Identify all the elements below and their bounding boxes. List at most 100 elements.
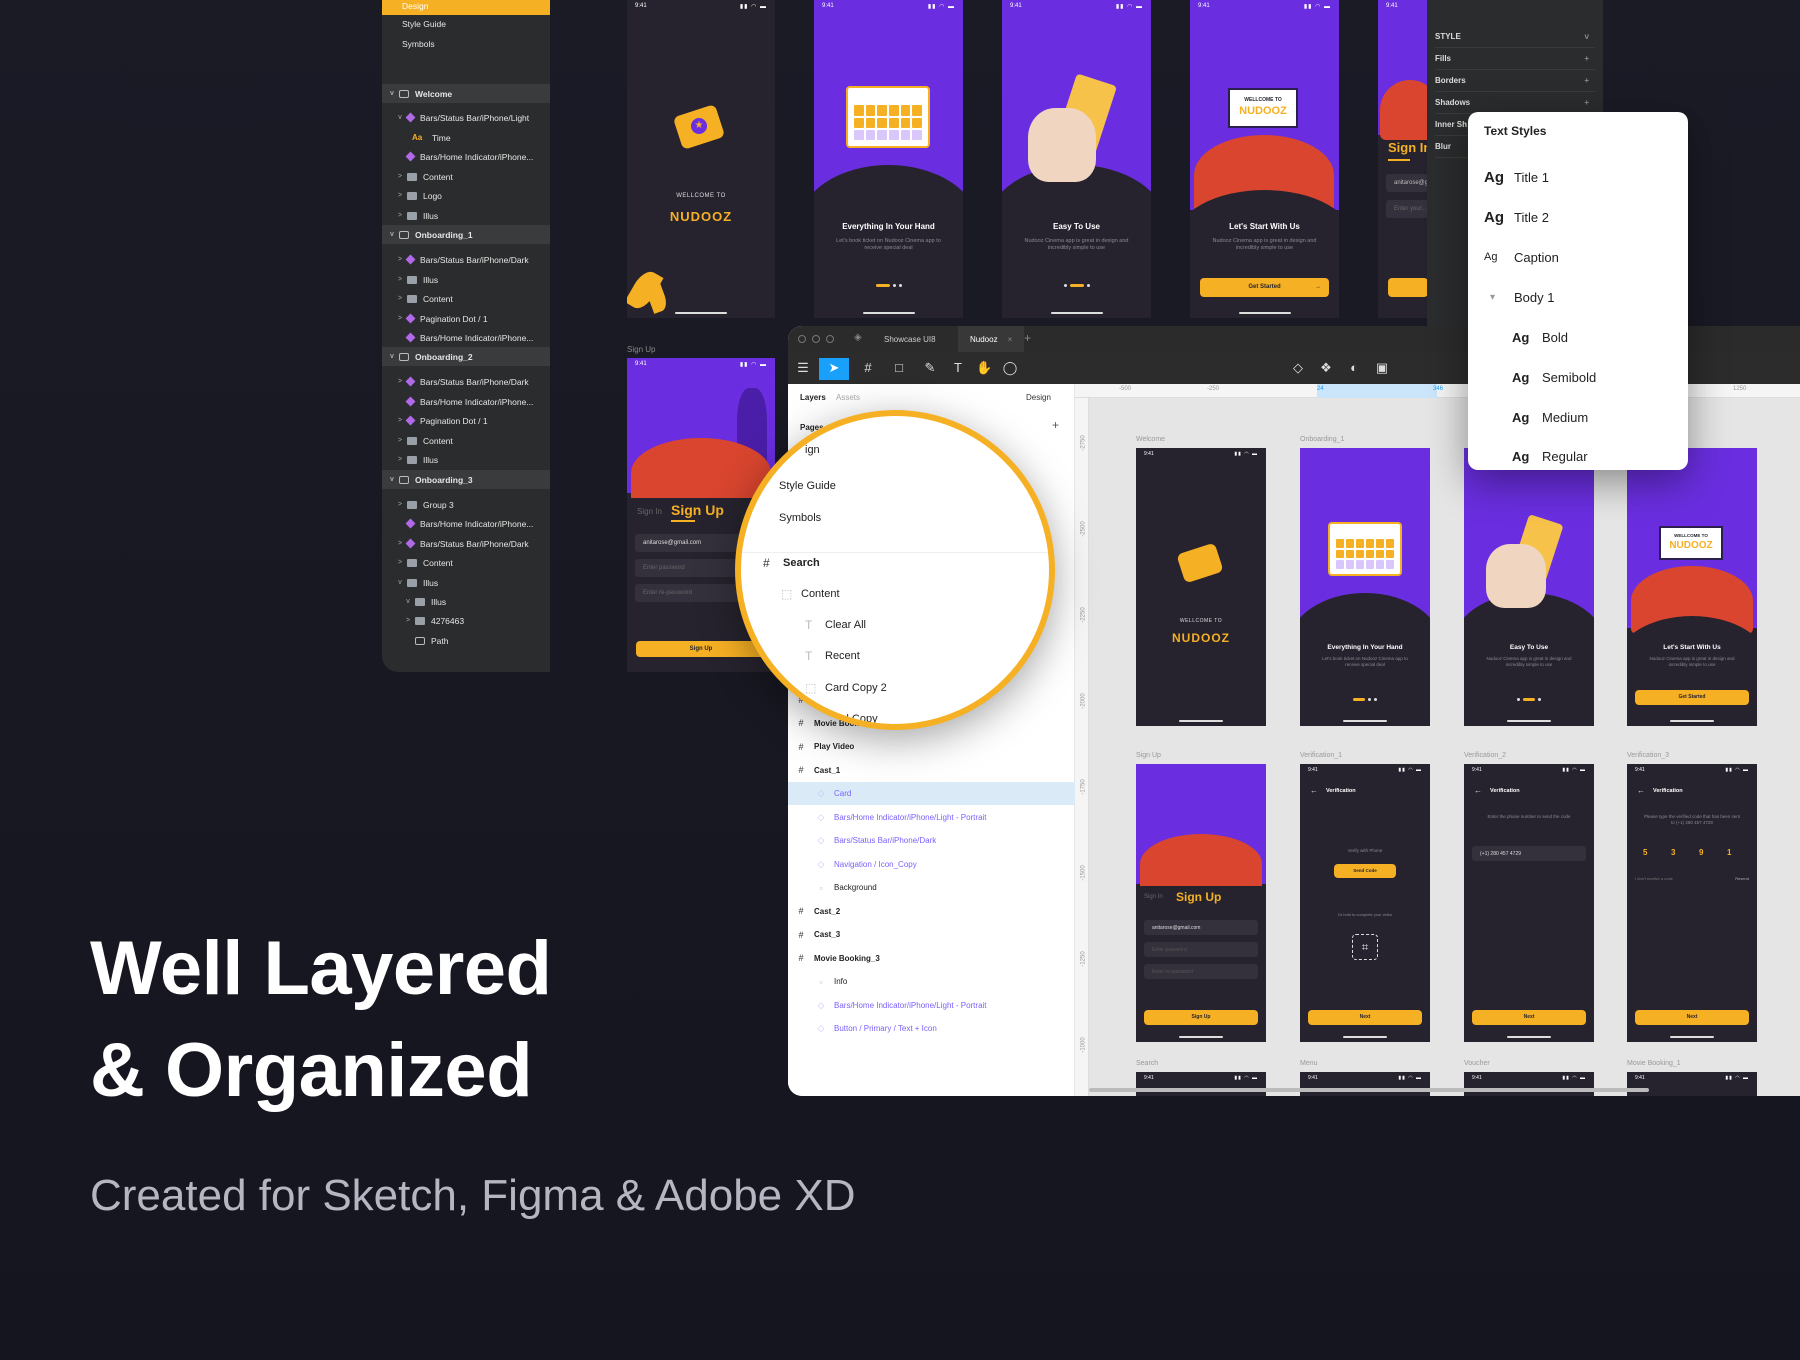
magnifier-layer-row[interactable]: # Search [741,548,1049,578]
sketch-layer-row[interactable]: Aa Time [382,128,550,147]
magnifier-layer-row[interactable]: Symbols [741,503,1049,533]
add-icon[interactable]: + [1584,76,1589,85]
sketch-layer-row[interactable]: v Welcome [382,84,550,103]
horizontal-scrollbar[interactable] [1089,1088,1649,1092]
canvas-phone-frame[interactable]: 9:41▮▮ ◠ ▬WELLCOME TONUDOOZLet's Start W… [1627,448,1757,726]
chevron-right-icon[interactable]: > [396,559,404,566]
figma-layer-row[interactable]: # Cast_2 [788,900,1075,923]
sketch-layer-row[interactable]: > Content [382,289,550,308]
sketch-layer-row[interactable]: Bars/Home Indicator/iPhone... [382,328,550,347]
add-page-icon[interactable]: + [1052,418,1059,432]
text-style-row[interactable]: Ag Semibold [1512,366,1596,388]
canvas-phone-frame[interactable]: 9:41 ▮▮ ◠ ▬ ← Verification Please type the v… [1627,764,1757,1042]
code-digit[interactable]: 5 [1643,848,1647,857]
repassword-field[interactable]: Enter re-password [1144,964,1258,979]
code-digit[interactable]: 1 [1727,848,1731,857]
chevron-right-icon[interactable]: > [396,295,404,302]
canvas-phone-frame[interactable]: 9:41 ▮▮ ◠ ▬ ← Verification Verify with Phone… [1300,764,1430,1042]
text-style-row[interactable]: Ag Caption [1484,246,1559,268]
magnifier-layer-row[interactable]: T Clear All [741,610,1049,640]
next-button[interactable]: Next [1635,1010,1749,1025]
chevron-down-icon[interactable]: v [1585,32,1589,41]
email-field[interactable]: anitarose@gmail.com [1144,920,1258,935]
tab-layers[interactable]: Layers [800,393,826,402]
sketch-layer-row[interactable]: > Bars/Status Bar/iPhone/Dark [382,250,550,269]
resend-link[interactable]: Resend [1735,876,1749,881]
boolean-icon[interactable]: ▣ [1374,360,1390,376]
figma-logo-icon[interactable]: ◈ [854,332,862,343]
code-digit[interactable]: 9 [1699,848,1703,857]
new-tab-icon[interactable]: + [1024,331,1031,345]
chevron-right-icon[interactable]: > [396,437,404,444]
text-style-row[interactable]: Ag Title 2 [1484,206,1549,228]
figma-layer-row[interactable]: ◇ Button / Primary / Text + Icon [788,1017,1075,1040]
chevron-right-icon[interactable]: > [396,315,404,322]
get-started-button[interactable]: Get Started → [1200,278,1329,297]
sketch-layer-row[interactable]: > Illus [382,206,550,225]
text-style-row[interactable]: ▾ Body 1 [1484,286,1554,308]
window-zoom-button[interactable] [826,335,834,343]
figma-layer-row[interactable]: # Cast_3 [788,923,1075,946]
code-digit[interactable]: 3 [1671,848,1675,857]
sketch-layer-row[interactable]: Path [382,631,550,650]
text-style-row[interactable]: Ag Title 1 [1484,166,1549,188]
figma-layer-row[interactable]: # Movie Booking_3 [788,947,1075,970]
sketch-layer-row[interactable]: > Logo [382,186,550,205]
text-style-row[interactable]: Ag Regular [1512,445,1588,467]
canvas-phone-frame[interactable]: 9:41 ▮▮ ◠ ▬ [1136,1072,1266,1096]
chevron-down-icon[interactable]: ▾ [1484,292,1514,303]
figma-layer-row[interactable]: ▫ Background [788,876,1075,899]
sketch-layer-row[interactable]: v Bars/Status Bar/iPhone/Light [382,108,550,127]
sketch-layer-row[interactable]: Bars/Home Indicator/iPhone... [382,392,550,411]
chevron-right-icon[interactable]: v [388,476,396,483]
password-field[interactable]: Enter your... [1386,200,1428,218]
chevron-right-icon[interactable]: > [396,256,404,263]
email-field[interactable]: anitarose@gmail.com [1386,174,1428,192]
canvas-phone-frame[interactable]: 9:41▮▮ ◠ ▬Easy To UseNudooz Cinema app i… [1464,448,1594,726]
design-dropdown[interactable]: Design [1026,393,1051,402]
figma-layer-row[interactable]: ◇ Bars/Status Bar/iPhone/Dark [788,829,1075,852]
hand-tool-icon[interactable]: ✋ [976,360,992,376]
tab-assets[interactable]: Assets [836,393,860,402]
sketch-layer-row[interactable]: > Group 3 [382,495,550,514]
chevron-right-icon[interactable]: > [396,192,404,199]
sketch-layer-row[interactable]: v Illus [382,573,550,592]
chevron-right-icon[interactable]: > [396,501,404,508]
sketch-layer-row[interactable]: > Content [382,553,550,572]
sketch-layer-row[interactable]: >4276463 [382,611,550,630]
magnifier-layer-row[interactable]: ⬚ Content [741,579,1049,609]
sketch-page-item[interactable]: Style Guide [382,14,550,33]
chevron-right-icon[interactable]: > [396,540,404,547]
back-arrow-icon[interactable]: ← [1637,786,1645,795]
component-icon[interactable]: ◇ [1290,360,1306,376]
chevron-right-icon[interactable]: > [396,173,404,180]
figma-layer-row[interactable]: ◇ Bars/Home Indicator/iPhone/Light - Port… [788,806,1075,829]
tab-sign-up[interactable]: Sign Up [671,502,724,518]
face-id-icon[interactable]: ⌗ [1352,934,1378,960]
comment-tool-icon[interactable]: ◯ [1002,360,1018,376]
inspector-row[interactable]: Shadows + [1435,92,1595,114]
figma-layer-row[interactable]: ▫ Info [788,970,1075,993]
next-button[interactable]: Next [1472,1010,1586,1025]
tab-showcase[interactable]: Showcase UI8 [872,326,948,352]
main-menu-icon[interactable]: ☰ [795,360,811,376]
chevron-down-icon[interactable]: v [396,579,404,586]
canvas-phone-frame[interactable]: 9:41▮▮ ◠ ▬Everything In Your HandLet's b… [1300,448,1430,726]
magnifier-layer-row[interactable]: T Recent [741,641,1049,671]
chevron-down-icon[interactable]: v [404,598,412,605]
back-arrow-icon[interactable]: ← [1474,786,1482,795]
canvas-phone-frame[interactable]: 9:41 ▮▮ ◠ ▬ [1627,1072,1757,1096]
figma-layer-row[interactable]: ◇ Card [788,782,1075,805]
frame-tool-icon[interactable]: # [860,360,876,376]
canvas-phone-frame[interactable]: 9:41 ▮▮ ◠ ▬ [1300,1072,1430,1096]
sketch-layer-row[interactable]: > Pagination Dot / 1 [382,309,550,328]
inspector-row[interactable]: Fills + [1435,48,1595,70]
chevron-right-icon[interactable]: > [396,378,404,385]
chevron-down-icon[interactable]: v [396,114,404,121]
window-minimize-button[interactable] [812,335,820,343]
sketch-layer-row[interactable]: v Onboarding_1 [382,225,550,244]
chevron-right-icon[interactable]: > [404,617,412,624]
chevron-right-icon[interactable]: > [396,456,404,463]
sketch-layer-row[interactable]: v Illus [382,592,550,611]
text-tool-icon[interactable]: T [950,360,966,376]
